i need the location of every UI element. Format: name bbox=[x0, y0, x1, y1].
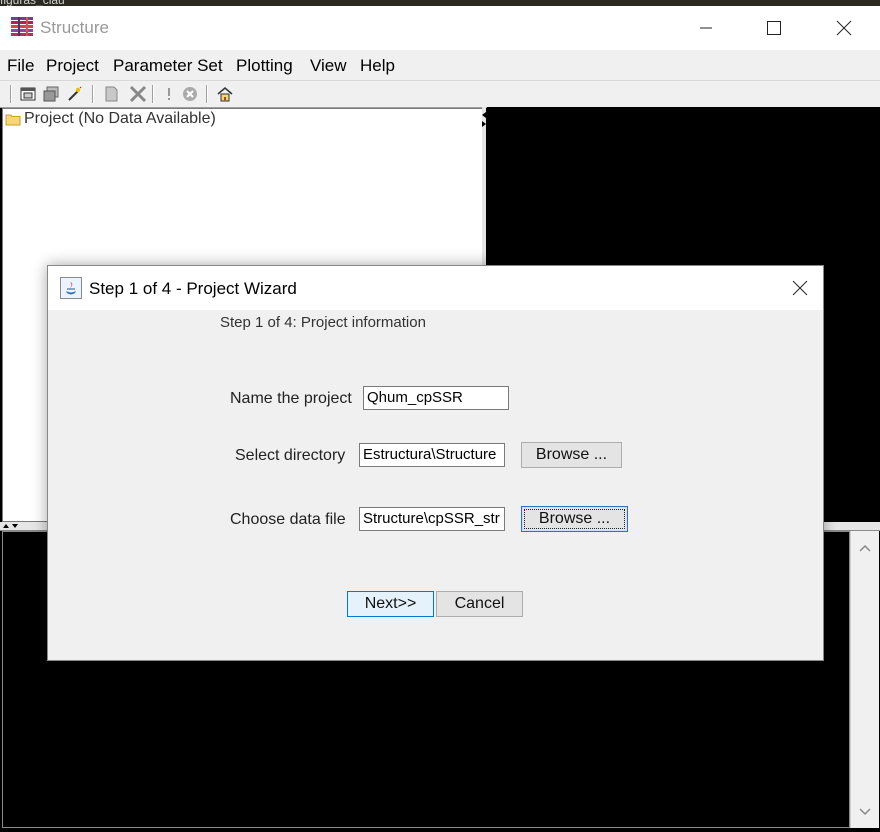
maximize-icon bbox=[767, 21, 781, 35]
toolbar-separator bbox=[10, 85, 12, 103]
next-button[interactable]: Next>> bbox=[347, 591, 434, 617]
wand-button[interactable] bbox=[64, 84, 84, 104]
browse-directory-button[interactable]: Browse ... bbox=[521, 442, 622, 468]
java-icon bbox=[60, 277, 82, 299]
menu-project[interactable]: Project bbox=[46, 56, 99, 76]
toolbar-separator bbox=[152, 85, 154, 103]
delete-button[interactable] bbox=[128, 84, 148, 104]
toolbar bbox=[0, 81, 880, 108]
splitter-arrows-icon bbox=[3, 524, 18, 528]
menu-file[interactable]: File bbox=[7, 56, 34, 76]
maximize-button[interactable] bbox=[738, 6, 810, 50]
new-parameter-set-icon bbox=[105, 86, 118, 102]
dialog-close-button[interactable] bbox=[778, 266, 822, 310]
new-parameter-set-button[interactable] bbox=[101, 84, 121, 104]
copy-icon bbox=[43, 86, 59, 102]
data-file-label: Choose data file bbox=[230, 511, 346, 528]
browse-data-file-button[interactable]: Browse ... bbox=[521, 506, 628, 532]
chevron-up-icon bbox=[859, 544, 871, 552]
console-scrollbar[interactable] bbox=[850, 531, 879, 828]
scroll-down-button[interactable] bbox=[856, 805, 874, 819]
minimize-icon bbox=[700, 27, 712, 29]
copy-button[interactable] bbox=[41, 84, 61, 104]
dialog-title-bar: Step 1 of 4 - Project Wizard bbox=[48, 266, 823, 310]
close-icon bbox=[792, 280, 808, 296]
run-icon bbox=[168, 88, 170, 100]
project-name-label: Name the project bbox=[230, 390, 352, 407]
minimize-button[interactable] bbox=[670, 6, 742, 50]
toolbar-separator bbox=[92, 85, 94, 103]
open-project-button[interactable] bbox=[18, 84, 38, 104]
tree-node-label: Project (No Data Available) bbox=[24, 110, 216, 127]
menu-bar: File Project Parameter Set Plotting View… bbox=[0, 50, 880, 81]
directory-value: Estructura\Structure bbox=[363, 446, 497, 463]
tree-node-project[interactable]: Project (No Data Available) bbox=[5, 110, 216, 128]
step-label: Step 1 of 4: Project information bbox=[220, 314, 426, 331]
directory-input[interactable]: Estructura\Structure bbox=[359, 443, 505, 467]
title-bar: Structure bbox=[0, 6, 880, 50]
dialog-title: Step 1 of 4 - Project Wizard bbox=[89, 279, 297, 298]
data-file-input[interactable]: Structure\cpSSR_str bbox=[359, 507, 505, 531]
menu-parameter-set[interactable]: Parameter Set bbox=[113, 56, 223, 76]
open-project-icon bbox=[20, 87, 36, 101]
run-button[interactable] bbox=[159, 84, 179, 104]
delete-icon bbox=[129, 85, 147, 103]
stop-button[interactable] bbox=[180, 84, 200, 104]
stop-icon bbox=[183, 87, 197, 101]
directory-label: Select directory bbox=[235, 447, 346, 464]
menu-plotting[interactable]: Plotting bbox=[236, 56, 293, 76]
window-title: Structure bbox=[40, 18, 109, 37]
cancel-button[interactable]: Cancel bbox=[436, 591, 523, 617]
home-button[interactable] bbox=[215, 84, 235, 104]
close-icon bbox=[836, 20, 852, 36]
project-name-input[interactable]: Qhum_cpSSR bbox=[363, 386, 509, 410]
menu-help[interactable]: Help bbox=[360, 56, 395, 76]
project-wizard-dialog: Step 1 of 4 - Project Wizard Step 1 of 4… bbox=[47, 265, 824, 661]
wand-icon bbox=[68, 86, 82, 101]
app-icon bbox=[11, 16, 33, 38]
toolbar-separator bbox=[206, 85, 208, 103]
home-icon bbox=[217, 87, 233, 102]
menu-view[interactable]: View bbox=[310, 56, 347, 76]
chevron-down-icon bbox=[859, 808, 871, 816]
close-button[interactable] bbox=[808, 6, 880, 50]
scroll-up-button[interactable] bbox=[856, 541, 874, 555]
splitter-arrows-icon bbox=[482, 112, 486, 127]
folder-icon bbox=[5, 114, 21, 126]
